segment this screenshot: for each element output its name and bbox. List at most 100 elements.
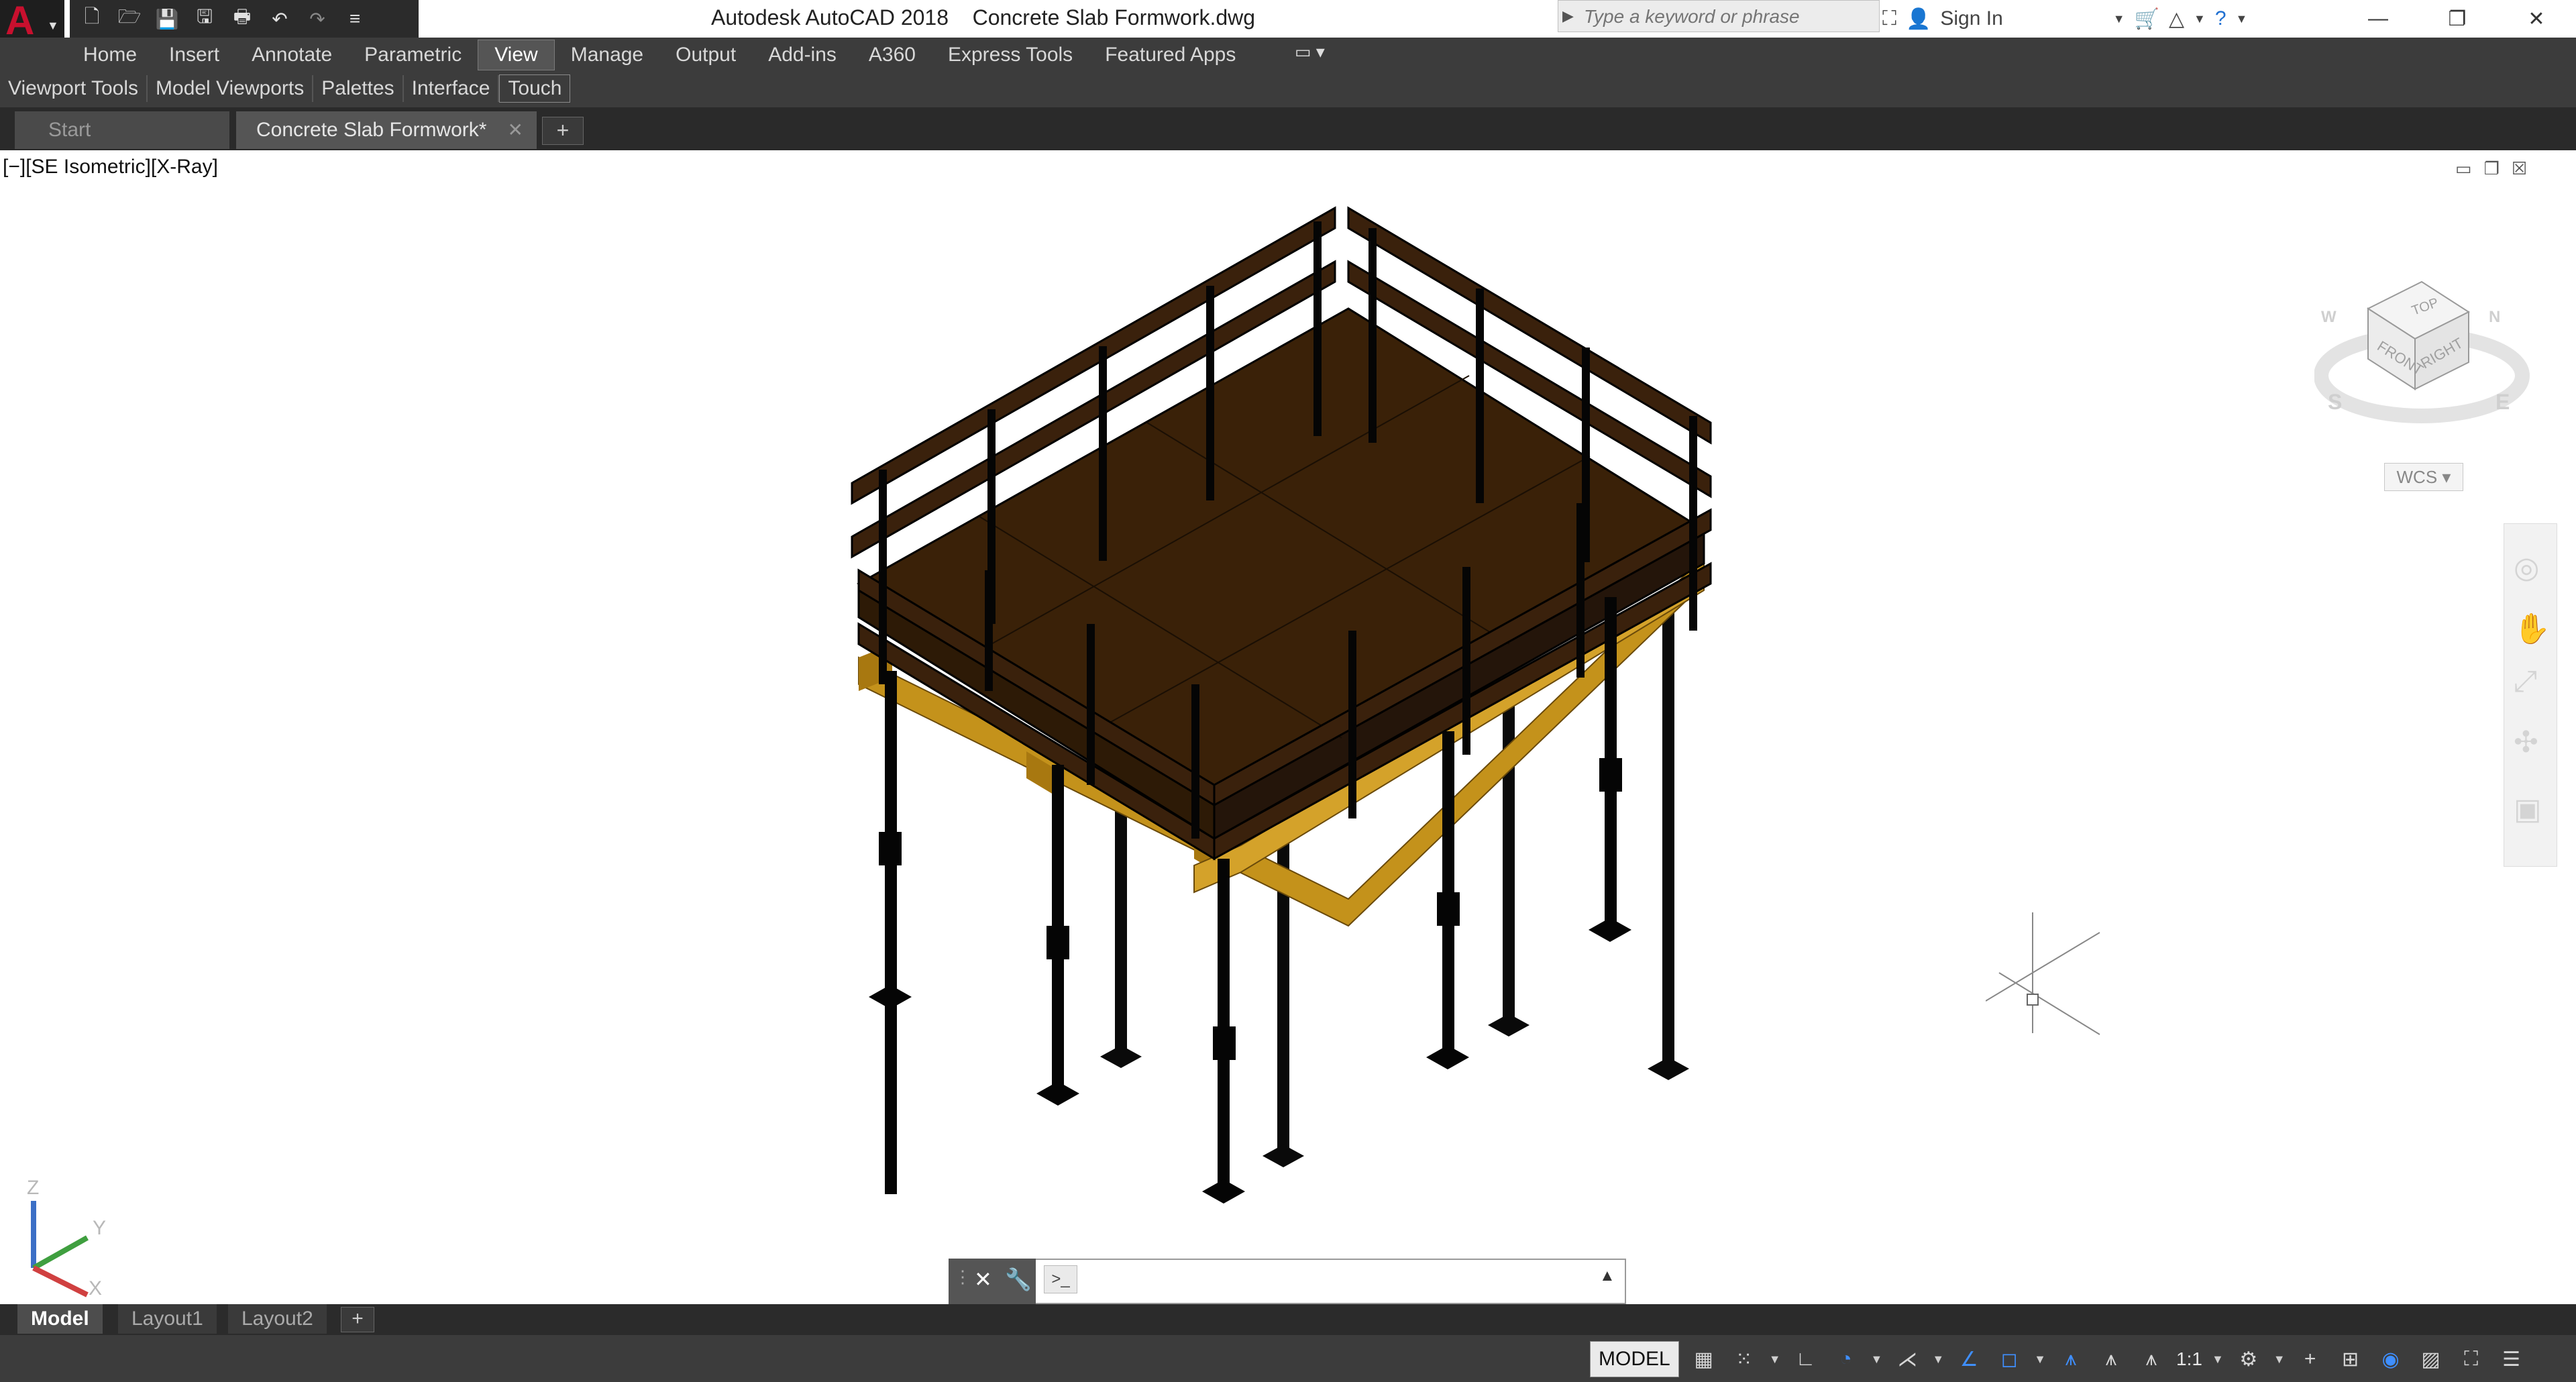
close-button[interactable]: ✕: [2497, 0, 2576, 38]
compass-south-label[interactable]: S: [2328, 390, 2342, 414]
zoom-extents-icon[interactable]: ⤢: [2514, 665, 2537, 698]
command-line-handle[interactable]: ⋮ ✕ 🔧: [949, 1259, 1036, 1304]
polar-tracking-icon[interactable]: ◔: [1831, 1344, 1862, 1375]
panel-model-viewports[interactable]: Model Viewports: [148, 75, 314, 102]
tab-layout1[interactable]: Layout1: [118, 1304, 217, 1334]
close-viewport-icon[interactable]: ☒: [2512, 158, 2527, 179]
ortho-icon[interactable]: ∟: [1790, 1344, 1821, 1375]
command-history-arrow-icon[interactable]: ▲: [1599, 1267, 1615, 1285]
search-box[interactable]: ▶: [1558, 0, 1880, 32]
grip-icon[interactable]: ⋮: [954, 1267, 971, 1287]
chevron-down-icon[interactable]: ▼: [2113, 12, 2125, 26]
tab-output[interactable]: Output: [659, 40, 752, 70]
wrench-icon[interactable]: 🔧: [1005, 1267, 1032, 1292]
close-icon[interactable]: ✕: [508, 111, 523, 149]
chevron-down-icon[interactable]: ▼: [1932, 1352, 1944, 1367]
snap-icon[interactable]: ⁙: [1729, 1344, 1760, 1375]
autodesk-a360-icon[interactable]: △: [2169, 7, 2184, 31]
hardware-acceleration-icon[interactable]: ▨: [2416, 1344, 2447, 1375]
restore-viewport-icon[interactable]: ❐: [2484, 158, 2500, 179]
showmotion-icon[interactable]: ▣: [2514, 792, 2542, 827]
pan-icon[interactable]: ✋: [2514, 611, 2551, 646]
minimize-viewport-icon[interactable]: ▭: [2455, 158, 2472, 179]
units-icon[interactable]: ⊞: [2335, 1344, 2366, 1375]
tab-layout2[interactable]: Layout2: [228, 1304, 327, 1334]
application-menu-button[interactable]: A ▼: [0, 0, 64, 43]
binoculars-icon[interactable]: ⛶: [1882, 7, 1896, 30]
viewcube[interactable]: TOP FRONT RIGHT S E W N: [2314, 248, 2569, 476]
chevron-down-icon[interactable]: ▼: [2034, 1352, 2046, 1367]
model-space-button[interactable]: MODEL: [1590, 1341, 1679, 1377]
tab-insert[interactable]: Insert: [153, 40, 235, 70]
tab-annotate[interactable]: Annotate: [235, 40, 348, 70]
formwork-3d-model[interactable]: [771, 195, 1778, 1228]
workspace-gear-icon[interactable]: ⚙: [2233, 1344, 2264, 1375]
panel-touch[interactable]: Touch: [499, 74, 571, 103]
object-snap-tracking-icon[interactable]: ∠: [1953, 1344, 1984, 1375]
expand-arrow-icon[interactable]: ▶: [1562, 7, 1574, 25]
tab-model[interactable]: Model: [17, 1304, 103, 1334]
new-tab-button[interactable]: +: [542, 117, 584, 145]
viewport-controls-label[interactable]: [−][SE Isometric][X-Ray]: [3, 156, 218, 178]
command-input[interactable]: [1087, 1265, 1586, 1296]
customize-icon[interactable]: ≡: [338, 4, 372, 34]
compass-west-label[interactable]: W: [2321, 308, 2337, 326]
cart-icon[interactable]: 🛒: [2135, 7, 2159, 31]
isodraft-icon[interactable]: ⋌: [1892, 1344, 1923, 1375]
panel-interface[interactable]: Interface: [404, 75, 500, 102]
open-icon[interactable]: 🗁: [113, 4, 146, 34]
quick-properties-icon[interactable]: ◉: [2375, 1344, 2406, 1375]
grid-icon[interactable]: ▦: [1688, 1344, 1719, 1375]
redo-icon[interactable]: ↷: [301, 4, 334, 34]
steering-wheel-icon[interactable]: ◎: [2514, 551, 2539, 585]
chevron-down-icon[interactable]: ▼: [1769, 1352, 1781, 1367]
chevron-down-icon[interactable]: ▼: [2273, 1352, 2286, 1367]
prop-base-plate: [1488, 1014, 1529, 1036]
sign-in-link[interactable]: Sign In: [1940, 7, 2002, 30]
tab-start[interactable]: Start: [15, 111, 229, 149]
command-prompt-icon[interactable]: >_: [1044, 1265, 1077, 1293]
minimize-button[interactable]: —: [2339, 0, 2418, 38]
help-icon[interactable]: ?: [2215, 7, 2226, 30]
tab-a360[interactable]: A360: [853, 40, 932, 70]
annotation-visibility-icon[interactable]: ⩚: [2055, 1344, 2086, 1375]
tab-view[interactable]: View: [478, 40, 555, 70]
ribbon-minimize-toggle[interactable]: ▭ ▾: [1295, 42, 1325, 62]
chevron-down-icon[interactable]: ▼: [2212, 1352, 2224, 1367]
close-icon[interactable]: ✕: [974, 1267, 992, 1292]
auto-scale-icon[interactable]: ⩚: [2096, 1344, 2127, 1375]
tab-manage[interactable]: Manage: [555, 40, 659, 70]
compass-east-label[interactable]: E: [2496, 390, 2510, 414]
annotation-monitor-icon[interactable]: +: [2295, 1344, 2326, 1375]
plot-icon[interactable]: 🖶: [225, 4, 259, 34]
tab-add-ins[interactable]: Add-ins: [752, 40, 853, 70]
tab-express-tools[interactable]: Express Tools: [932, 40, 1089, 70]
user-icon[interactable]: 👤: [1906, 7, 1931, 31]
search-input[interactable]: [1582, 5, 1874, 29]
quick-access-toolbar: 🗋 🗁 💾 🖫 🖶 ↶ ↷ ≡: [70, 0, 419, 38]
panel-palettes[interactable]: Palettes: [313, 75, 404, 102]
new-icon[interactable]: 🗋: [75, 4, 109, 34]
tab-featured-apps[interactable]: Featured Apps: [1089, 40, 1252, 70]
clean-screen-icon[interactable]: ⛶: [2456, 1344, 2487, 1375]
save-icon[interactable]: 💾: [150, 4, 184, 34]
customization-menu-icon[interactable]: ☰: [2496, 1344, 2527, 1375]
panel-viewport-tools[interactable]: Viewport Tools: [0, 75, 148, 102]
chevron-down-icon[interactable]: ▼: [2194, 12, 2206, 26]
ucs-icon[interactable]: Z Y X: [13, 1167, 121, 1301]
annotation-scale-label[interactable]: 1:1: [2176, 1348, 2202, 1370]
restore-button[interactable]: ❐: [2418, 0, 2497, 38]
tab-home[interactable]: Home: [67, 40, 153, 70]
undo-icon[interactable]: ↶: [263, 4, 297, 34]
save-as-icon[interactable]: 🖫: [188, 4, 221, 34]
compass-north-label[interactable]: N: [2489, 308, 2500, 326]
new-layout-button[interactable]: +: [341, 1307, 374, 1332]
tab-parametric[interactable]: Parametric: [348, 40, 478, 70]
chevron-down-icon[interactable]: ▼: [2236, 12, 2248, 26]
orbit-icon[interactable]: ✣: [2514, 725, 2538, 759]
object-snap-icon[interactable]: ◻: [1994, 1344, 2025, 1375]
annotation-scale-icon[interactable]: ⩚: [2136, 1344, 2167, 1375]
wcs-menu-button[interactable]: WCS ▾: [2384, 463, 2463, 491]
tab-drawing[interactable]: Concrete Slab Formwork* ✕: [236, 111, 537, 149]
chevron-down-icon[interactable]: ▼: [1871, 1352, 1883, 1367]
